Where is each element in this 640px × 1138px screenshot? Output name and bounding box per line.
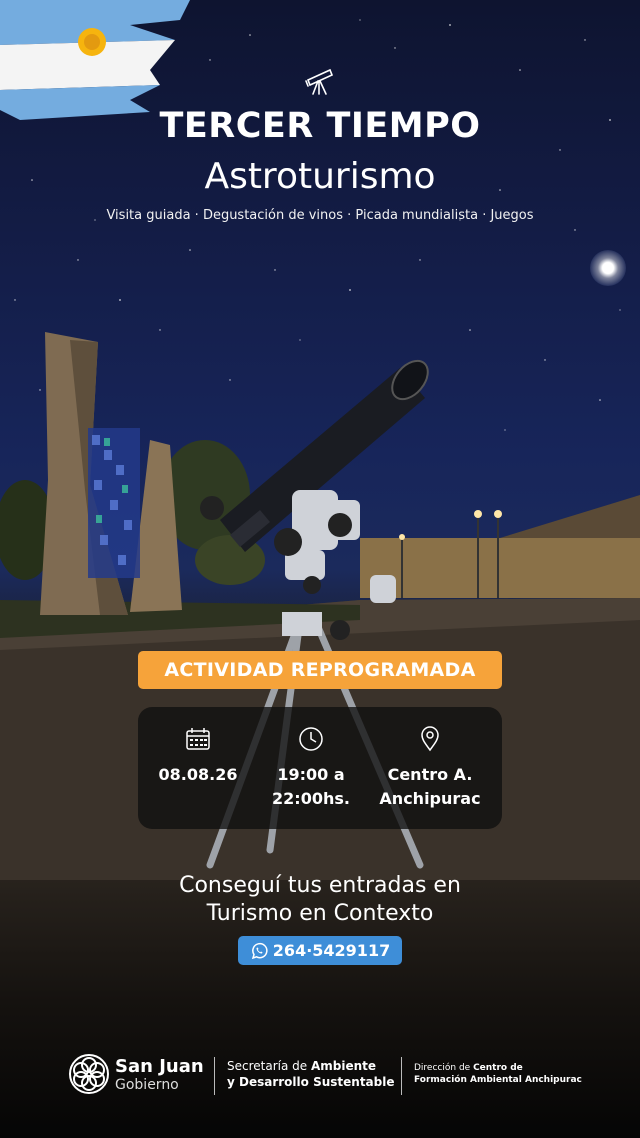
footer-divider bbox=[401, 1057, 402, 1095]
location-pin-icon bbox=[421, 726, 439, 752]
event-subtitle: Astroturismo bbox=[204, 156, 436, 197]
date-column: 08.08.26 bbox=[138, 707, 258, 829]
poster: TERCER TIEMPO Astroturismo Visita guiada… bbox=[0, 0, 640, 1138]
secretaria-label: Secretaría de Ambiente y Desarrollo Sust… bbox=[227, 1059, 395, 1089]
tickets-cta: Conseguí tus entradas en Turismo en Cont… bbox=[0, 872, 640, 928]
event-place-line1: Centro A. bbox=[387, 765, 473, 784]
clock-icon bbox=[299, 727, 323, 751]
event-time-start: 19:00 a bbox=[277, 765, 345, 784]
brand-name: San Juan bbox=[115, 1056, 204, 1077]
brand-subtitle: Gobierno bbox=[115, 1077, 179, 1093]
phone-number: 264·5429117 bbox=[272, 941, 391, 960]
event-time-end: 22:00hs. bbox=[272, 789, 350, 808]
footer-divider bbox=[214, 1057, 215, 1095]
whatsapp-icon bbox=[251, 942, 268, 959]
event-info-card: 08.08.26 19:00 a 22:00hs. Centro A. Anch… bbox=[138, 707, 502, 829]
san-juan-logo-icon bbox=[69, 1054, 109, 1094]
telescope-icon bbox=[305, 68, 334, 95]
rescheduled-badge: ACTIVIDAD REPROGRAMADA bbox=[138, 651, 502, 689]
event-title: TERCER TIEMPO bbox=[159, 106, 481, 146]
time-column: 19:00 a 22:00hs. bbox=[251, 707, 371, 829]
event-place-line2: Anchipurac bbox=[379, 789, 481, 808]
moon bbox=[590, 250, 626, 286]
event-date: 08.08.26 bbox=[158, 765, 238, 784]
cta-line1: Conseguí tus entradas en bbox=[179, 873, 461, 898]
place-column: Centro A. Anchipurac bbox=[370, 707, 490, 829]
cta-line2: Turismo en Contexto bbox=[206, 901, 434, 926]
direccion-label: Dirección de Centro de Formación Ambient… bbox=[414, 1063, 582, 1085]
footer-logos: San Juan Gobierno Secretaría de Ambiente… bbox=[0, 1040, 640, 1110]
whatsapp-contact-button[interactable]: 264·5429117 bbox=[238, 936, 402, 965]
calendar-icon bbox=[186, 728, 210, 750]
activities-list: Visita guiada · Degustación de vinos · P… bbox=[106, 208, 534, 223]
